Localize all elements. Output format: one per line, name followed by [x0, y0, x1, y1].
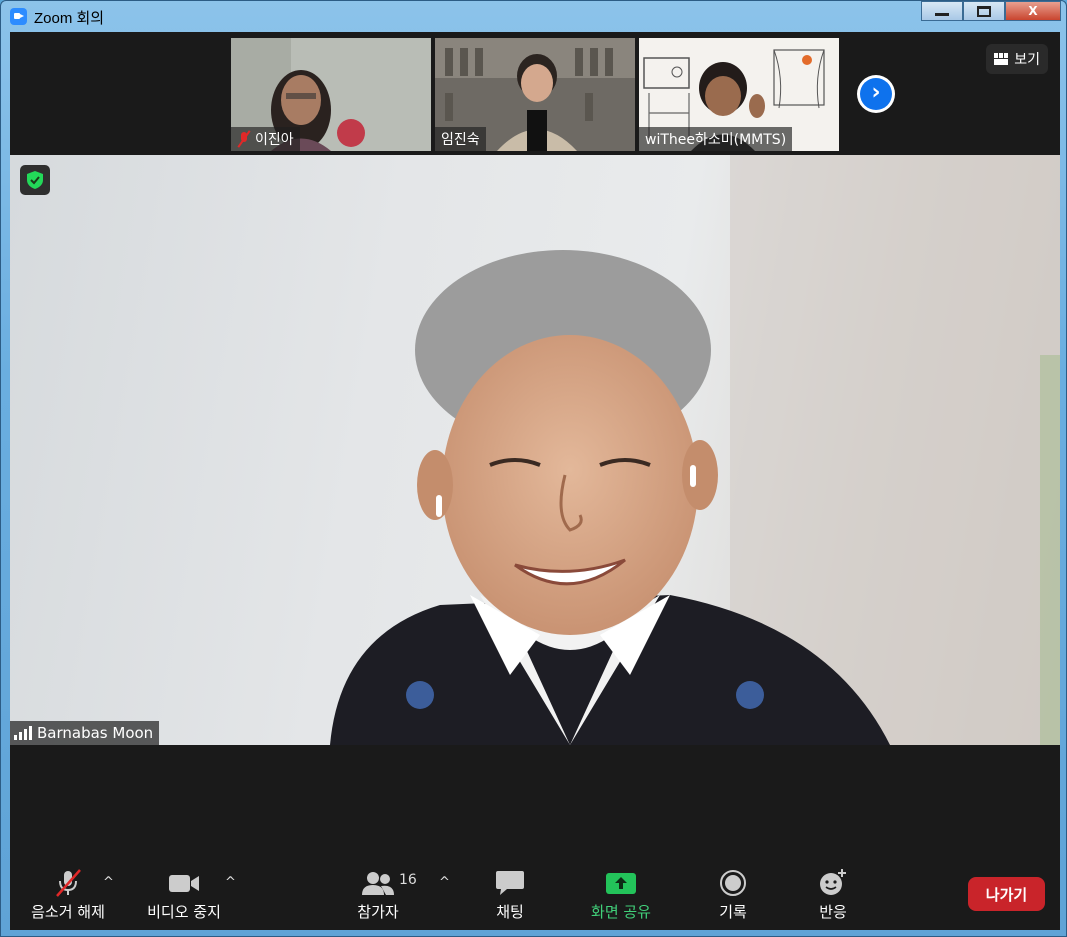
- close-button[interactable]: X: [1005, 1, 1061, 21]
- chat-label: 채팅: [496, 903, 524, 921]
- muted-mic-icon: [237, 131, 251, 147]
- maximize-button[interactable]: [963, 1, 1005, 21]
- participant-name-tag: 이진아: [231, 127, 300, 151]
- title-bar[interactable]: Zoom 회의 X: [1, 1, 1066, 31]
- meeting-content: 이진아 임진숙 wiThee하소미(MMTS) › 보기 Barnabas Mo…: [10, 32, 1060, 930]
- muted-microphone-icon: [53, 867, 83, 899]
- view-label: 보기: [1014, 52, 1040, 68]
- window-title: Zoom 회의: [34, 10, 105, 27]
- record-label: 기록: [719, 903, 747, 921]
- meeting-toolbar: 음소거 해제 ^ 비디오 중지 ^ 참가자 16 ^ 채팅 화면 공유 기록 반…: [10, 855, 1060, 930]
- chat-button[interactable]: 채팅: [460, 867, 560, 922]
- gallery-view-icon: [994, 53, 1009, 65]
- next-page-button[interactable]: ›: [857, 75, 895, 113]
- leave-meeting-button[interactable]: 나가기: [968, 877, 1045, 911]
- audio-options-caret[interactable]: ^: [103, 875, 114, 890]
- video-camera-icon: [168, 867, 200, 899]
- thumbnail-participant[interactable]: 이진아: [231, 38, 431, 151]
- zoom-window: Zoom 회의 X 이진아 임진숙 wiThee하소미(MMTS) › 보기 B…: [0, 0, 1067, 937]
- view-button[interactable]: 보기: [986, 44, 1048, 74]
- zoom-app-icon: [10, 8, 27, 25]
- record-icon: [719, 867, 747, 899]
- record-button[interactable]: 기록: [683, 867, 783, 922]
- speaker-name: Barnabas Moon: [37, 724, 154, 742]
- minimize-button[interactable]: [921, 1, 963, 21]
- speaker-video-frame: [330, 155, 1060, 745]
- share-screen-button[interactable]: 화면 공유: [571, 867, 671, 922]
- participant-strip: 이진아 임진숙 wiThee하소미(MMTS) › 보기: [10, 32, 1060, 154]
- participants-count: 16: [399, 872, 417, 888]
- share-screen-icon: [605, 867, 637, 899]
- share-screen-label: 화면 공유: [591, 903, 651, 921]
- participant-name-tag: wiThee하소미(MMTS): [639, 127, 793, 151]
- thumbnail-participant[interactable]: wiThee하소미(MMTS): [639, 38, 839, 151]
- window-controls: X: [921, 1, 1061, 21]
- maximize-icon: [977, 5, 991, 17]
- thumbnail-participant[interactable]: 임진숙: [435, 38, 635, 151]
- participants-label: 참가자: [357, 903, 399, 921]
- participants-options-caret[interactable]: ^: [439, 875, 450, 890]
- participants-icon: [361, 867, 395, 899]
- video-options-caret[interactable]: ^: [225, 875, 236, 890]
- participant-name: 임진숙: [441, 132, 480, 148]
- speaker-name-tag: Barnabas Moon: [10, 721, 160, 745]
- participant-name: wiThee하소미(MMTS): [645, 132, 787, 148]
- security-shield-icon[interactable]: [20, 165, 50, 195]
- chat-bubble-icon: [495, 867, 525, 899]
- active-speaker-video[interactable]: Barnabas Moon: [10, 155, 1060, 745]
- participant-name: 이진아: [255, 132, 294, 148]
- stop-video-label: 비디오 중지: [147, 903, 221, 921]
- chevron-right-icon: ›: [860, 78, 892, 110]
- stop-video-button[interactable]: 비디오 중지: [134, 867, 234, 922]
- reactions-label: 반응: [819, 903, 847, 921]
- reactions-button[interactable]: 반응: [783, 867, 883, 922]
- unmute-label: 음소거 해제: [31, 903, 105, 921]
- emoji-plus-icon: [818, 867, 848, 899]
- connection-signal-icon: [14, 726, 32, 740]
- participant-name-tag: 임진숙: [435, 127, 486, 151]
- minimize-icon: [935, 12, 949, 16]
